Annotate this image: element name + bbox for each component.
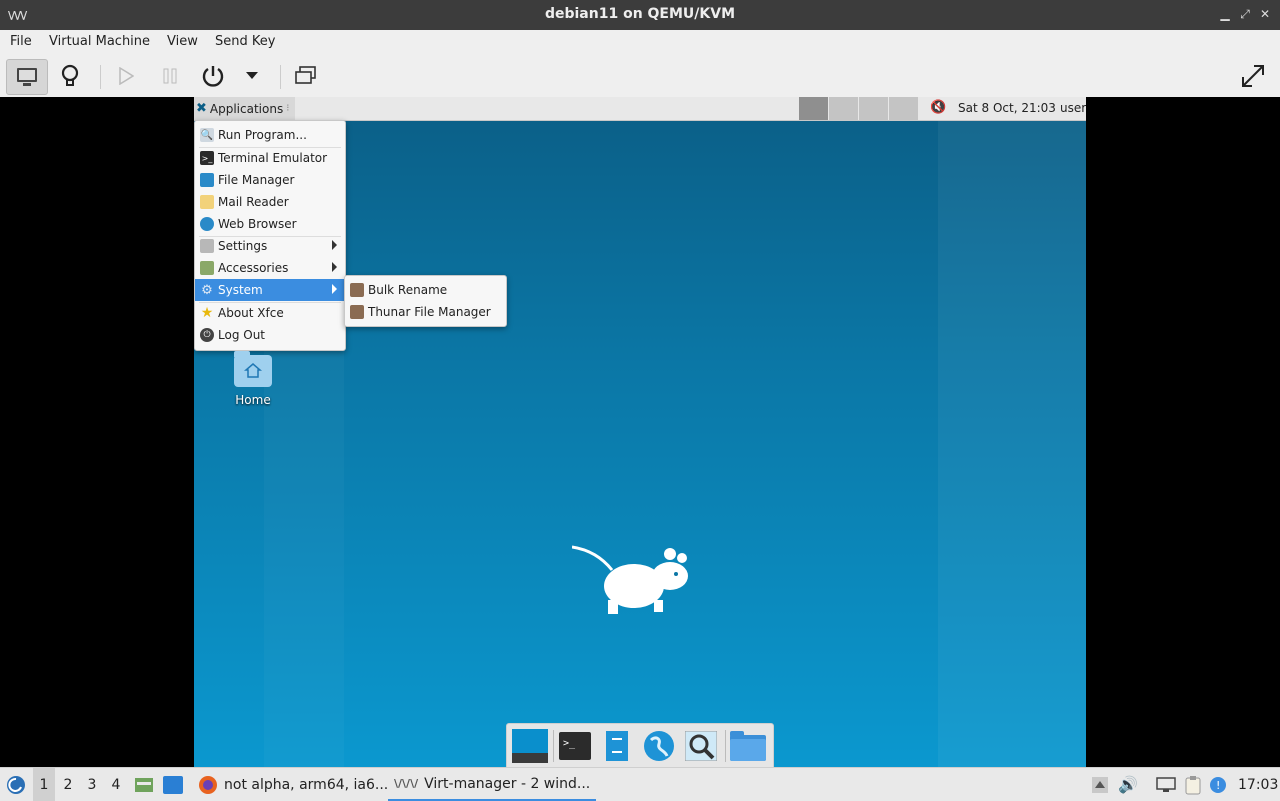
workspace-3[interactable]: [858, 97, 888, 120]
menu-item-run-program[interactable]: 🔍 Run Program...: [195, 124, 345, 146]
workspace-2[interactable]: [828, 97, 858, 120]
guest-user[interactable]: user: [1060, 101, 1086, 115]
volume-muted-icon[interactable]: 🔇: [930, 100, 946, 115]
submenu-arrow-icon: [332, 262, 337, 272]
file-manager-icon[interactable]: [599, 729, 635, 763]
firefox-icon: [199, 775, 217, 794]
hammer-icon: [350, 305, 364, 319]
terminal-icon[interactable]: >_: [557, 729, 593, 763]
guest-dock: >_: [506, 723, 774, 767]
whisker-menu-button[interactable]: [4, 768, 28, 801]
task-virt-manager[interactable]: \/\/\/ Virt-manager - 2 wind...: [388, 768, 597, 801]
applications-menu: 🔍 Run Program... >_ Terminal Emulator Fi…: [194, 120, 346, 351]
workspace-1[interactable]: [798, 97, 828, 120]
workspace-4[interactable]: [888, 97, 918, 120]
power-icon[interactable]: [193, 59, 233, 93]
debian-swirl-icon: [7, 775, 25, 794]
menu-item-settings[interactable]: Settings: [195, 235, 345, 257]
close-icon[interactable]: ✕: [1256, 5, 1274, 23]
guest-top-panel: ✖ Applications ⁝ 🔇 Sat 8 Oct, 21:03 user: [194, 97, 1086, 121]
menubar: File Virtual Machine View Send Key: [0, 30, 1280, 56]
system-submenu: Bulk Rename Thunar File Manager: [344, 275, 507, 327]
menu-item-thunar-file-manager[interactable]: Thunar File Manager: [345, 301, 506, 323]
task-label: Virt-manager - 2 wind...: [424, 775, 591, 792]
menu-item-file-manager[interactable]: File Manager: [195, 169, 345, 191]
show-desktop-icon[interactable]: [510, 729, 550, 763]
home-folder-icon: [234, 351, 272, 387]
menu-virtual-machine[interactable]: Virtual Machine: [49, 34, 150, 49]
taskbar-workspace-2[interactable]: 2: [57, 768, 79, 801]
guest-clock[interactable]: Sat 8 Oct, 21:03: [958, 101, 1056, 115]
window-titlebar: \/\/\/ debian11 on QEMU/KVM ▁ ⤢ ✕: [0, 0, 1280, 30]
task-label: not alpha, arm64, ia6...: [224, 776, 389, 793]
file-manager-launcher-icon[interactable]: [134, 768, 154, 801]
tray-expand-icon[interactable]: [1090, 768, 1110, 801]
menu-item-accessories[interactable]: Accessories: [195, 257, 345, 279]
menu-item-log-out[interactable]: ⏻ Log Out: [195, 324, 345, 346]
pause-icon[interactable]: [150, 59, 190, 93]
window-title: debian11 on QEMU/KVM: [544, 6, 736, 22]
snapshots-icon[interactable]: [286, 59, 326, 93]
xfce-mouse-logo: [571, 542, 712, 626]
taskbar-workspace-3[interactable]: 3: [81, 768, 103, 801]
menu-view[interactable]: View: [167, 34, 198, 49]
folder-icon[interactable]: [730, 729, 766, 763]
app-finder-icon[interactable]: [683, 729, 719, 763]
menu-file[interactable]: File: [10, 34, 32, 49]
star-icon: ★: [200, 305, 214, 321]
network-icon[interactable]: [1155, 768, 1177, 801]
volume-icon[interactable]: 🔊: [1118, 768, 1138, 801]
show-desktop-launcher-icon[interactable]: [162, 768, 184, 801]
accessories-icon: [200, 261, 214, 275]
terminal-icon: >_: [200, 151, 214, 165]
host-taskbar: 1 2 3 4 not alpha, arm64, ia6... \/\/\/ …: [0, 767, 1280, 801]
toolbar: [0, 55, 1280, 98]
desktop-icon-label: Home: [235, 393, 271, 407]
globe-icon: [200, 217, 214, 231]
file-cabinet-icon: [200, 173, 214, 187]
hammer-icon: [350, 283, 364, 297]
details-lightbulb-icon[interactable]: [50, 59, 90, 93]
web-browser-icon[interactable]: [641, 729, 677, 763]
search-icon: 🔍: [200, 128, 214, 142]
xfce-logo-icon: ✖: [196, 101, 207, 116]
run-icon[interactable]: [106, 59, 146, 93]
system-gear-icon: ⚙: [201, 282, 213, 298]
submenu-arrow-icon: [332, 240, 337, 250]
mail-icon: [200, 195, 214, 209]
clipboard-icon[interactable]: [1182, 768, 1204, 801]
task-firefox[interactable]: not alpha, arm64, ia6...: [192, 768, 394, 801]
menu-item-bulk-rename[interactable]: Bulk Rename: [345, 279, 506, 301]
applications-label: Applications: [209, 101, 284, 116]
guest-desktop[interactable]: ✖ Applications ⁝ 🔇 Sat 8 Oct, 21:03 user…: [194, 97, 1086, 767]
applications-menu-button[interactable]: ✖ Applications ⁝: [194, 97, 296, 120]
dropdown-arrow-icon[interactable]: [232, 59, 272, 93]
updates-icon[interactable]: !: [1208, 768, 1228, 801]
taskbar-clock[interactable]: 17:03: [1238, 768, 1278, 801]
settings-icon: [200, 239, 214, 253]
minimize-icon[interactable]: ▁: [1216, 5, 1234, 23]
taskbar-workspace-4[interactable]: 4: [105, 768, 127, 801]
menu-item-system[interactable]: ⚙ System: [195, 279, 345, 301]
taskbar-workspace-1[interactable]: 1: [33, 768, 55, 801]
console-icon[interactable]: [6, 59, 48, 95]
menu-item-terminal-emulator[interactable]: >_ Terminal Emulator: [195, 147, 345, 169]
menu-item-web-browser[interactable]: Web Browser: [195, 213, 345, 235]
menu-send-key[interactable]: Send Key: [215, 34, 275, 49]
logout-icon: ⏻: [200, 328, 214, 342]
svg-text:!: !: [1216, 779, 1220, 792]
menu-item-about-xfce[interactable]: ★ About Xfce: [195, 302, 345, 324]
maximize-icon[interactable]: ⤢: [1236, 5, 1254, 23]
fullscreen-icon[interactable]: [1233, 59, 1273, 93]
virt-manager-icon: \/\/\/: [394, 777, 419, 790]
menu-item-mail-reader[interactable]: Mail Reader: [195, 191, 345, 213]
desktop-icon-home[interactable]: Home: [232, 351, 274, 407]
submenu-arrow-icon: [332, 284, 337, 294]
svg-text:>_: >_: [563, 738, 576, 749]
